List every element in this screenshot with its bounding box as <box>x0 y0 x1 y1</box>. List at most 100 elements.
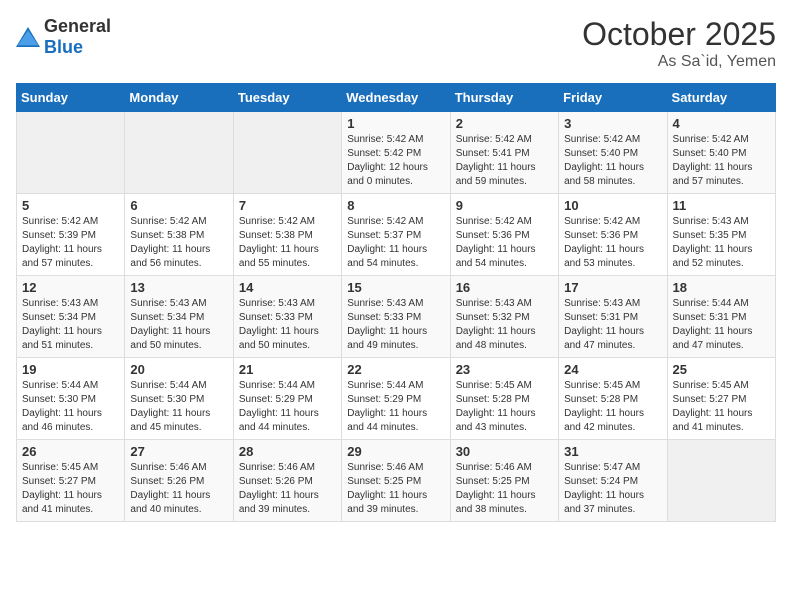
day-cell: 9Sunrise: 5:42 AM Sunset: 5:36 PM Daylig… <box>450 194 558 276</box>
week-row-3: 12 Sunrise: 5:43 AM Sunset: 5:34 PM Dayli… <box>17 276 776 358</box>
day-number: 10 <box>564 198 661 213</box>
location-title: As Sa`id, Yemen <box>582 53 776 71</box>
day-info: Sunrise: 5:46 AM Sunset: 5:26 PM Dayligh… <box>130 461 227 517</box>
day-number: 21 <box>239 362 336 377</box>
day-number: 23 <box>456 362 553 377</box>
day-cell: 3 Sunrise: 5:42 AM Sunset: 5:40 PM Daylig… <box>559 112 667 194</box>
day-info: Sunrise: 5:44 AM Sunset: 5:29 PM Dayligh… <box>239 379 336 435</box>
day-info: Sunrise: 5:43 AM Sunset: 5:33 PM Dayligh… <box>239 297 336 353</box>
weekday-header-friday: Friday <box>559 84 667 112</box>
day-number: 16 <box>456 280 553 295</box>
day-cell: 8Sunrise: 5:42 AM Sunset: 5:37 PM Daylig… <box>342 194 450 276</box>
day-number: 26 <box>22 444 119 459</box>
day-number: 15 <box>347 280 444 295</box>
day-cell: 14 Sunrise: 5:43 AM Sunset: 5:33 PM Dayli… <box>233 276 341 358</box>
day-info: Sunrise: 5:45 AM Sunset: 5:28 PM Dayligh… <box>456 379 553 435</box>
day-number: 3 <box>564 116 661 131</box>
day-cell: 7 Sunrise: 5:42 AM Sunset: 5:38 PM Daylig… <box>233 194 341 276</box>
logo-icon <box>16 27 40 47</box>
day-cell <box>17 112 125 194</box>
weekday-header-thursday: Thursday <box>450 84 558 112</box>
week-row-5: 26 Sunrise: 5:45 AM Sunset: 5:27 PM Dayli… <box>17 440 776 522</box>
day-info: Sunrise: 5:42 AM Sunset: 5:38 PM Dayligh… <box>239 215 336 271</box>
title-area: October 2025 As Sa`id, Yemen <box>582 16 776 71</box>
day-info: Sunrise: 5:43 AM Sunset: 5:34 PM Dayligh… <box>130 297 227 353</box>
day-cell: 15Sunrise: 5:43 AM Sunset: 5:33 PM Dayli… <box>342 276 450 358</box>
day-number: 29 <box>347 444 444 459</box>
day-cell: 6 Sunrise: 5:42 AM Sunset: 5:38 PM Daylig… <box>125 194 233 276</box>
day-cell: 13 Sunrise: 5:43 AM Sunset: 5:34 PM Dayli… <box>125 276 233 358</box>
day-number: 28 <box>239 444 336 459</box>
day-cell: 26 Sunrise: 5:45 AM Sunset: 5:27 PM Dayli… <box>17 440 125 522</box>
day-cell: 25Sunrise: 5:45 AM Sunset: 5:27 PM Dayli… <box>667 358 775 440</box>
day-cell <box>667 440 775 522</box>
day-number: 5 <box>22 198 119 213</box>
day-number: 14 <box>239 280 336 295</box>
day-info: Sunrise: 5:44 AM Sunset: 5:29 PM Dayligh… <box>347 379 444 435</box>
day-cell: 18Sunrise: 5:44 AM Sunset: 5:31 PM Dayli… <box>667 276 775 358</box>
calendar: SundayMondayTuesdayWednesdayThursdayFrid… <box>16 83 776 522</box>
weekday-header-monday: Monday <box>125 84 233 112</box>
day-cell: 27 Sunrise: 5:46 AM Sunset: 5:26 PM Dayli… <box>125 440 233 522</box>
day-number: 31 <box>564 444 661 459</box>
day-info: Sunrise: 5:42 AM Sunset: 5:38 PM Dayligh… <box>130 215 227 271</box>
weekday-header-tuesday: Tuesday <box>233 84 341 112</box>
day-number: 22 <box>347 362 444 377</box>
calendar-body: 1Sunrise: 5:42 AM Sunset: 5:42 PM Daylig… <box>17 112 776 522</box>
day-info: Sunrise: 5:42 AM Sunset: 5:40 PM Dayligh… <box>564 133 661 189</box>
day-number: 7 <box>239 198 336 213</box>
day-cell <box>233 112 341 194</box>
day-info: Sunrise: 5:44 AM Sunset: 5:31 PM Dayligh… <box>673 297 770 353</box>
day-cell: 23 Sunrise: 5:45 AM Sunset: 5:28 PM Dayli… <box>450 358 558 440</box>
day-info: Sunrise: 5:47 AM Sunset: 5:24 PM Dayligh… <box>564 461 661 517</box>
day-info: Sunrise: 5:42 AM Sunset: 5:37 PM Dayligh… <box>347 215 444 271</box>
day-number: 6 <box>130 198 227 213</box>
logo-text: General Blue <box>44 16 111 58</box>
day-cell: 22 Sunrise: 5:44 AM Sunset: 5:29 PM Dayli… <box>342 358 450 440</box>
day-cell <box>125 112 233 194</box>
day-number: 4 <box>673 116 770 131</box>
day-number: 11 <box>673 198 770 213</box>
day-number: 2 <box>456 116 553 131</box>
logo-general: General <box>44 16 111 36</box>
day-number: 27 <box>130 444 227 459</box>
day-info: Sunrise: 5:44 AM Sunset: 5:30 PM Dayligh… <box>22 379 119 435</box>
day-info: Sunrise: 5:42 AM Sunset: 5:41 PM Dayligh… <box>456 133 553 189</box>
day-info: Sunrise: 5:46 AM Sunset: 5:26 PM Dayligh… <box>239 461 336 517</box>
logo: General Blue <box>16 16 111 58</box>
day-info: Sunrise: 5:45 AM Sunset: 5:28 PM Dayligh… <box>564 379 661 435</box>
day-cell: 30 Sunrise: 5:46 AM Sunset: 5:25 PM Dayli… <box>450 440 558 522</box>
day-number: 30 <box>456 444 553 459</box>
day-info: Sunrise: 5:45 AM Sunset: 5:27 PM Dayligh… <box>22 461 119 517</box>
day-info: Sunrise: 5:43 AM Sunset: 5:32 PM Dayligh… <box>456 297 553 353</box>
day-info: Sunrise: 5:43 AM Sunset: 5:34 PM Dayligh… <box>22 297 119 353</box>
week-row-4: 19 Sunrise: 5:44 AM Sunset: 5:30 PM Dayli… <box>17 358 776 440</box>
day-number: 24 <box>564 362 661 377</box>
day-info: Sunrise: 5:43 AM Sunset: 5:31 PM Dayligh… <box>564 297 661 353</box>
calendar-header: SundayMondayTuesdayWednesdayThursdayFrid… <box>17 84 776 112</box>
day-cell: 24 Sunrise: 5:45 AM Sunset: 5:28 PM Dayli… <box>559 358 667 440</box>
day-info: Sunrise: 5:43 AM Sunset: 5:35 PM Dayligh… <box>673 215 770 271</box>
day-number: 12 <box>22 280 119 295</box>
day-cell: 21 Sunrise: 5:44 AM Sunset: 5:29 PM Dayli… <box>233 358 341 440</box>
day-info: Sunrise: 5:42 AM Sunset: 5:40 PM Dayligh… <box>673 133 770 189</box>
day-info: Sunrise: 5:42 AM Sunset: 5:36 PM Dayligh… <box>456 215 553 271</box>
day-number: 20 <box>130 362 227 377</box>
day-info: Sunrise: 5:44 AM Sunset: 5:30 PM Dayligh… <box>130 379 227 435</box>
day-info: Sunrise: 5:42 AM Sunset: 5:36 PM Dayligh… <box>564 215 661 271</box>
day-info: Sunrise: 5:46 AM Sunset: 5:25 PM Dayligh… <box>456 461 553 517</box>
day-info: Sunrise: 5:46 AM Sunset: 5:25 PM Dayligh… <box>347 461 444 517</box>
day-number: 13 <box>130 280 227 295</box>
day-cell: 4 Sunrise: 5:42 AM Sunset: 5:40 PM Daylig… <box>667 112 775 194</box>
week-row-1: 1Sunrise: 5:42 AM Sunset: 5:42 PM Daylig… <box>17 112 776 194</box>
logo-blue: Blue <box>44 37 83 57</box>
day-cell: 1Sunrise: 5:42 AM Sunset: 5:42 PM Daylig… <box>342 112 450 194</box>
day-number: 17 <box>564 280 661 295</box>
day-cell: 16 Sunrise: 5:43 AM Sunset: 5:32 PM Dayli… <box>450 276 558 358</box>
day-number: 19 <box>22 362 119 377</box>
day-cell: 17 Sunrise: 5:43 AM Sunset: 5:31 PM Dayli… <box>559 276 667 358</box>
day-cell: 19 Sunrise: 5:44 AM Sunset: 5:30 PM Dayli… <box>17 358 125 440</box>
week-row-2: 5Sunrise: 5:42 AM Sunset: 5:39 PM Daylig… <box>17 194 776 276</box>
day-cell: 2 Sunrise: 5:42 AM Sunset: 5:41 PM Daylig… <box>450 112 558 194</box>
month-title: October 2025 <box>582 16 776 53</box>
